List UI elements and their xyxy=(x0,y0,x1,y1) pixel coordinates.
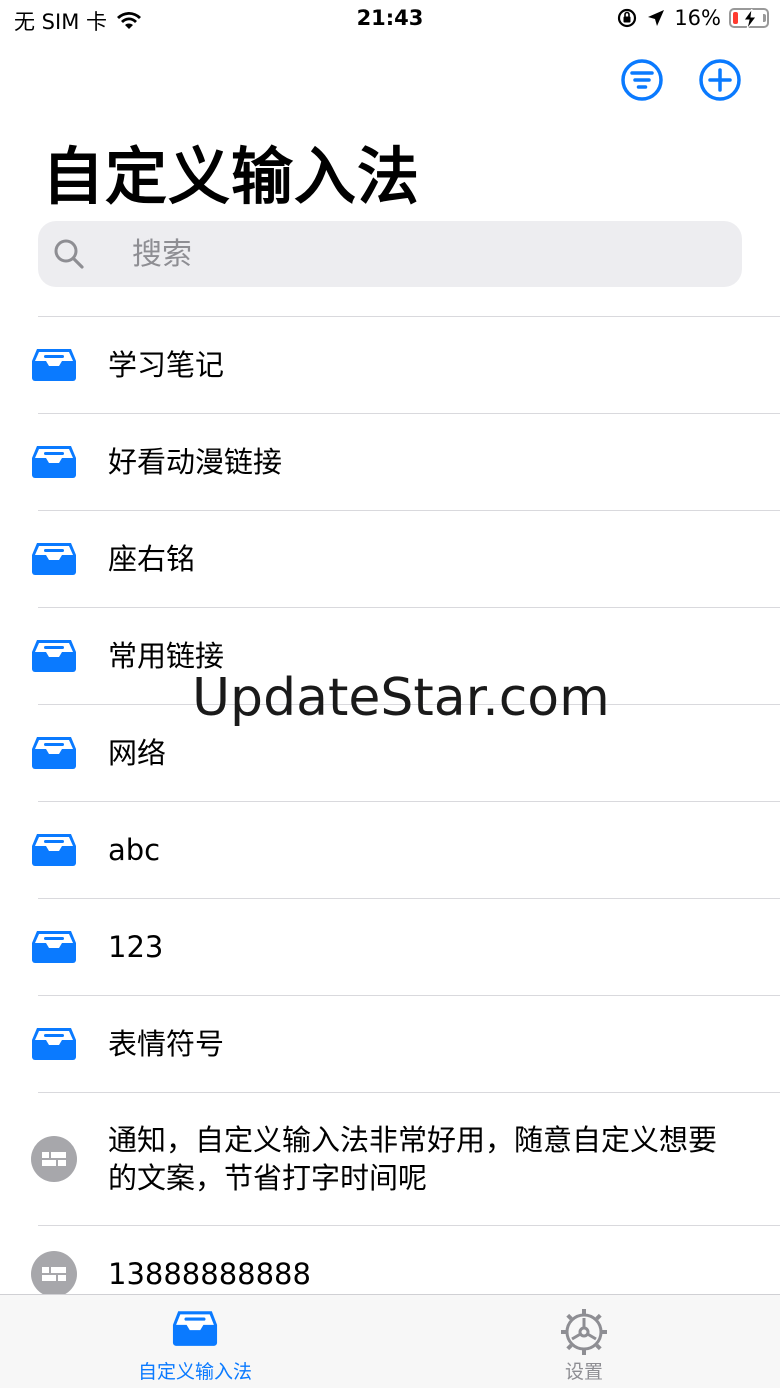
filter-button[interactable] xyxy=(620,58,664,102)
list-item-label: 座右铭 xyxy=(108,542,196,576)
filter-circle-icon xyxy=(621,59,663,101)
status-bar: 无 SIM 卡 21:43 16% xyxy=(0,0,780,40)
status-right: 16% xyxy=(616,6,769,30)
tray-icon xyxy=(32,834,76,866)
list-item[interactable]: 网络 xyxy=(0,705,780,801)
tray-icon xyxy=(32,1028,76,1060)
list-item-label: abc xyxy=(108,833,161,867)
tab-label: 自定义输入法 xyxy=(137,1361,252,1383)
tray-icon xyxy=(172,1311,218,1346)
tray-icon xyxy=(32,931,76,963)
list-item-label: 网络 xyxy=(108,736,167,770)
search-icon xyxy=(54,239,84,269)
location-arrow-icon xyxy=(648,10,665,26)
list-item[interactable]: 学习笔记 xyxy=(0,317,780,413)
plus-circle-icon xyxy=(699,59,741,101)
tray-icon xyxy=(32,737,76,769)
search-bar[interactable] xyxy=(38,221,742,287)
list-item-label: 表情符号 xyxy=(108,1027,225,1061)
text-item-icon xyxy=(31,1136,77,1182)
list-item-label: 13888888888 xyxy=(108,1257,311,1291)
tab-custom-input[interactable]: 自定义输入法 xyxy=(70,1295,320,1388)
list-item-label: 常用链接 xyxy=(108,639,225,673)
list-item-label: 通知，自定义输入法非常好用，随意自定义想要的文案，节省打字时间呢 xyxy=(108,1123,718,1195)
page-title: 自定义输入法 xyxy=(42,140,421,213)
list-item[interactable]: 表情符号 xyxy=(0,996,780,1092)
list-item[interactable]: 座右铭 xyxy=(0,511,780,607)
list-item-label: 123 xyxy=(108,930,164,964)
tab-label: 设置 xyxy=(564,1361,603,1383)
gear-icon xyxy=(561,1309,607,1355)
tray-icon xyxy=(32,543,76,575)
tray-icon xyxy=(32,640,76,672)
text-item-icon xyxy=(31,1251,77,1297)
search-input[interactable] xyxy=(132,221,722,287)
list-item[interactable]: 通知，自定义输入法非常好用，随意自定义想要的文案，节省打字时间呢 xyxy=(0,1093,780,1225)
list-item[interactable]: abc xyxy=(0,802,780,898)
battery-percent: 16% xyxy=(674,6,721,30)
item-list: 学习笔记好看动漫链接 座右铭常用链接网络 abc 123 表情符号通知，自定义输入法非常… xyxy=(0,316,780,1323)
add-button[interactable] xyxy=(698,58,742,102)
tray-icon xyxy=(32,349,76,381)
list-item-label: 学习笔记 xyxy=(108,348,225,382)
list-item[interactable]: 常用链接 xyxy=(0,608,780,704)
list-item[interactable]: 123 xyxy=(0,899,780,995)
tab-bar: 自定义输入法 设置 xyxy=(0,1294,780,1388)
tray-icon xyxy=(32,446,76,478)
list-item[interactable]: 好看动漫链接 xyxy=(0,414,780,510)
battery-charging-icon xyxy=(729,8,769,29)
list-item-label: 好看动漫链接 xyxy=(108,445,283,479)
orientation-lock-icon xyxy=(618,8,637,28)
tab-settings[interactable]: 设置 xyxy=(459,1295,709,1388)
